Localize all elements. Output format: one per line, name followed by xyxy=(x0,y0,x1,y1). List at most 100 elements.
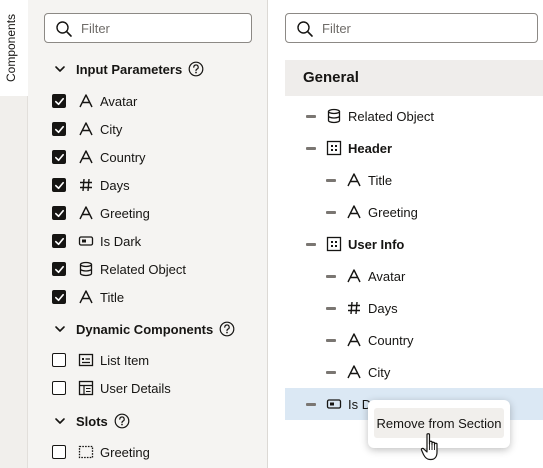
tab-components-label: Components xyxy=(4,13,18,83)
drag-handle[interactable] xyxy=(306,146,316,150)
text-icon xyxy=(78,149,94,165)
tree-row-country[interactable]: Country xyxy=(326,326,414,354)
right-filter-input[interactable] xyxy=(322,18,482,38)
check-icon xyxy=(54,96,65,107)
tree-row-greeting[interactable]: Greeting xyxy=(326,198,418,226)
row-label: City xyxy=(368,364,391,380)
checkbox[interactable] xyxy=(52,353,66,367)
list-item-slot-greeting[interactable]: Greeting xyxy=(52,440,150,464)
item-label: City xyxy=(100,121,123,137)
checkbox[interactable] xyxy=(52,122,66,136)
section-title: Dynamic Components xyxy=(76,321,214,337)
text-icon xyxy=(346,204,362,220)
drag-handle[interactable] xyxy=(326,274,336,278)
drag-handle[interactable] xyxy=(326,370,336,374)
help-icon[interactable] xyxy=(114,413,130,429)
item-label: Avatar xyxy=(100,93,138,109)
checkbox[interactable] xyxy=(52,150,66,164)
section-input-parameters[interactable]: Input Parameters xyxy=(54,57,204,81)
item-label: Country xyxy=(100,149,146,165)
drag-handle[interactable] xyxy=(306,402,316,406)
left-filter-field[interactable] xyxy=(44,13,252,43)
list-item-title[interactable]: Title xyxy=(52,285,124,309)
hand-cursor-icon xyxy=(420,433,438,461)
drag-handle[interactable] xyxy=(306,114,316,118)
list-item-avatar[interactable]: Avatar xyxy=(52,89,137,113)
check-icon xyxy=(54,264,65,275)
check-icon xyxy=(54,180,65,191)
row-label: Title xyxy=(368,172,393,188)
text-icon xyxy=(346,172,362,188)
text-icon xyxy=(78,205,94,221)
tab-components[interactable]: Components xyxy=(0,0,28,96)
row-label: Greeting xyxy=(368,204,418,220)
checkbox[interactable] xyxy=(52,178,66,192)
drag-handle[interactable] xyxy=(326,306,336,310)
section-dynamic-components[interactable]: Dynamic Components xyxy=(54,317,235,341)
item-label: User Details xyxy=(100,380,171,396)
item-label: Greeting xyxy=(100,444,150,460)
database-icon xyxy=(326,108,342,124)
item-label: List Item xyxy=(100,352,150,368)
right-filter-field[interactable] xyxy=(285,13,538,43)
text-icon xyxy=(346,364,362,380)
hash-icon xyxy=(346,300,362,316)
chevron-down-icon[interactable] xyxy=(54,323,66,335)
text-icon xyxy=(78,93,94,109)
list-item-list-item[interactable]: List Item xyxy=(52,348,149,372)
slot-icon xyxy=(78,444,94,460)
help-icon[interactable] xyxy=(188,61,204,77)
tree-row-avatar[interactable]: Avatar xyxy=(326,262,405,290)
section-title: Input Parameters xyxy=(76,61,183,77)
tree-row-header[interactable]: Header xyxy=(306,134,392,162)
drag-handle[interactable] xyxy=(306,242,316,246)
hash-icon xyxy=(78,177,94,193)
list-item-days[interactable]: Days xyxy=(52,173,130,197)
help-icon[interactable] xyxy=(219,321,235,337)
tree-row-days[interactable]: Days xyxy=(326,294,398,322)
tree-row-related-object[interactable]: Related Object xyxy=(306,102,434,130)
checkbox[interactable] xyxy=(52,290,66,304)
search-icon xyxy=(296,20,314,38)
left-filter-input[interactable] xyxy=(81,18,241,38)
checkbox[interactable] xyxy=(52,94,66,108)
tree-row-title[interactable]: Title xyxy=(326,166,392,194)
grid-icon xyxy=(326,236,342,252)
drag-handle[interactable] xyxy=(326,178,336,182)
tree-row-city[interactable]: City xyxy=(326,358,390,386)
checkbox[interactable] xyxy=(52,445,66,459)
list-item-city[interactable]: City xyxy=(52,117,122,141)
vertical-tab-strip: Components xyxy=(0,0,28,468)
tree-row-user-info[interactable]: User Info xyxy=(306,230,404,258)
list-item-user-details[interactable]: User Details xyxy=(52,376,171,400)
row-label: Header xyxy=(348,140,393,156)
text-icon xyxy=(346,332,362,348)
item-label: Greeting xyxy=(100,205,150,221)
section-slots[interactable]: Slots xyxy=(54,409,130,433)
checkbox[interactable] xyxy=(52,234,66,248)
text-icon xyxy=(78,289,94,305)
section-title: General xyxy=(303,69,359,86)
chevron-down-icon[interactable] xyxy=(54,63,66,75)
chevron-down-icon[interactable] xyxy=(54,415,66,427)
toggle-icon xyxy=(78,233,94,249)
search-icon xyxy=(55,20,73,38)
item-label: Related Object xyxy=(100,261,186,277)
list-item-related-object[interactable]: Related Object xyxy=(52,257,186,281)
row-label: Days xyxy=(368,300,398,316)
drag-handle[interactable] xyxy=(326,210,336,214)
section-title: Slots xyxy=(76,413,108,429)
row-label: Avatar xyxy=(368,268,406,284)
list-item-is-dark[interactable]: Is Dark xyxy=(52,229,141,253)
list-item-country[interactable]: Country xyxy=(52,145,146,169)
checkbox[interactable] xyxy=(52,206,66,220)
checkbox[interactable] xyxy=(52,381,66,395)
check-icon xyxy=(54,124,65,135)
item-label: Days xyxy=(100,177,130,193)
checkbox[interactable] xyxy=(52,262,66,276)
list-item-icon xyxy=(78,352,94,368)
check-icon xyxy=(54,208,65,219)
list-item-greeting[interactable]: Greeting xyxy=(52,201,150,225)
drag-handle[interactable] xyxy=(326,338,336,342)
section-header-general[interactable]: General xyxy=(285,60,543,96)
